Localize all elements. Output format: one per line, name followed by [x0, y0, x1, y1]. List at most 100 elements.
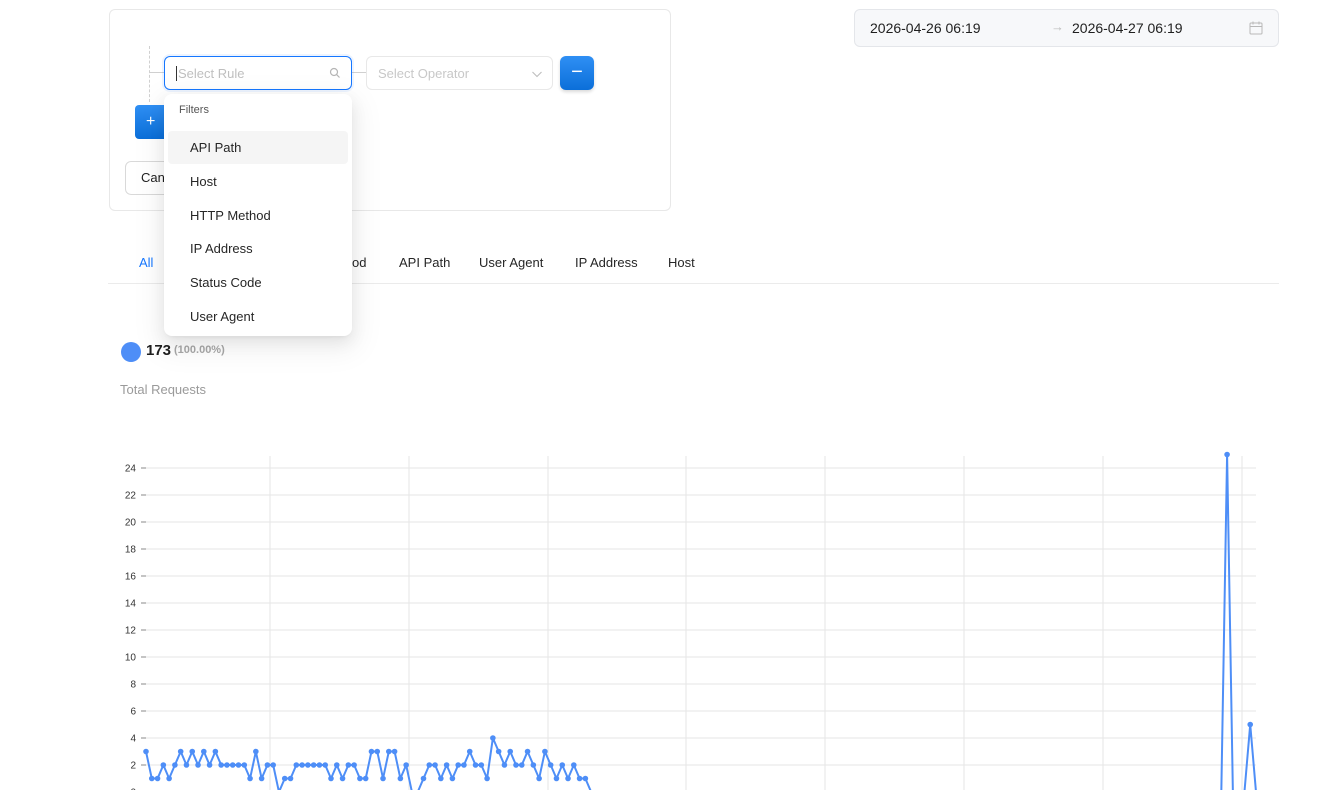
data-point-63: [507, 748, 514, 755]
operator-select-placeholder: Select Operator: [378, 66, 470, 81]
text-caret: [176, 66, 177, 81]
data-point-75: [576, 775, 583, 782]
data-point-72: [559, 762, 566, 768]
data-point-3: [160, 762, 167, 768]
dropdown-option-host[interactable]: Host: [168, 165, 348, 198]
date-end[interactable]: 2026-04-27 06:19: [1072, 20, 1183, 36]
data-point-76: [582, 775, 589, 782]
tab-host[interactable]: Host: [668, 255, 695, 270]
tab-api-path[interactable]: API Path: [399, 255, 450, 270]
data-point-66: [524, 748, 531, 755]
remove-rule-button[interactable]: −: [560, 56, 594, 90]
operator-select[interactable]: Select Operator: [366, 56, 553, 90]
arrow-right-icon: →: [1051, 19, 1064, 34]
rule-dropdown: Filters API Path Host HTTP Method IP Add…: [164, 94, 352, 336]
data-point-42: [386, 748, 392, 755]
y-tick-label-4: 4: [130, 734, 136, 745]
data-point-37: [357, 775, 363, 782]
data-point-53: [449, 775, 456, 782]
data-point-29: [310, 762, 317, 768]
tab-ip-address[interactable]: IP Address: [575, 255, 638, 270]
series-line-0: [145, 453, 1257, 790]
dropdown-group-title: Filters: [179, 104, 209, 116]
data-point-65: [518, 762, 525, 768]
data-point-55: [461, 762, 467, 768]
data-point-13: [218, 762, 224, 768]
data-point-22: [270, 762, 276, 768]
tab-user-agent[interactable]: User Agent: [479, 255, 543, 270]
data-point-33: [333, 762, 340, 768]
total-requests-percent: (100.00%): [174, 344, 225, 356]
data-point-39: [368, 748, 375, 755]
data-point-45: [403, 762, 409, 768]
rule-operator-connector: [352, 72, 366, 73]
date-range-picker[interactable]: 2026-04-26 06:19 → 2026-04-27 06:19: [854, 9, 1279, 47]
page: Select Rule Select Operator − + Can Filt…: [0, 0, 1334, 790]
dropdown-option-status-code[interactable]: Status Code: [168, 266, 348, 299]
data-point-0: [143, 748, 149, 755]
y-tick-label-24: 24: [125, 464, 137, 475]
data-point-35: [345, 762, 352, 768]
data-point-74: [571, 762, 577, 768]
y-tick-label-22: 22: [125, 491, 137, 502]
data-point-44: [397, 775, 404, 782]
data-point-21: [264, 762, 271, 768]
data-point-31: [322, 762, 329, 768]
data-point-67: [530, 762, 537, 768]
data-point-25: [287, 775, 294, 782]
y-tick-label-16: 16: [125, 572, 137, 583]
tree-connector-vertical: [149, 46, 150, 102]
data-point-12: [212, 748, 219, 755]
data-point-41: [380, 775, 386, 782]
dropdown-option-user-agent[interactable]: User Agent: [168, 300, 348, 333]
add-rule-button[interactable]: +: [135, 105, 167, 139]
y-tick-label-8: 8: [130, 680, 136, 691]
data-point-17: [241, 762, 248, 768]
data-point-30: [316, 762, 323, 768]
dropdown-option-http-method[interactable]: HTTP Method: [168, 199, 348, 232]
data-point-68: [536, 775, 542, 782]
data-point-24: [281, 775, 288, 782]
rule-select-placeholder: Select Rule: [178, 66, 245, 81]
dropdown-option-ip-address[interactable]: IP Address: [168, 232, 348, 265]
dropdown-option-api-path[interactable]: API Path: [168, 131, 348, 164]
data-point-57: [472, 762, 479, 768]
date-start[interactable]: 2026-04-26 06:19: [870, 20, 981, 36]
data-point-59: [484, 775, 490, 782]
data-point-20: [258, 775, 265, 782]
y-tick-label-20: 20: [125, 518, 137, 529]
tree-connector-horizontal: [150, 72, 164, 73]
data-point-2: [154, 775, 161, 782]
y-tick-label-14: 14: [125, 599, 137, 610]
data-point-187: [1224, 451, 1230, 458]
data-point-56: [466, 748, 473, 755]
data-point-49: [426, 762, 433, 768]
data-point-4: [166, 775, 172, 782]
total-requests-value: 173: [146, 342, 172, 359]
data-point-70: [547, 762, 554, 768]
data-point-50: [432, 762, 438, 768]
data-point-48: [420, 775, 427, 782]
data-point-73: [565, 775, 571, 782]
tab-http-method[interactable]: od: [352, 255, 366, 270]
y-tick-label-12: 12: [125, 626, 137, 637]
tab-all[interactable]: All: [139, 255, 153, 270]
data-point-32: [328, 775, 334, 782]
data-point-58: [478, 762, 485, 768]
data-point-19: [253, 748, 259, 755]
data-point-9: [195, 762, 201, 768]
data-point-38: [362, 775, 369, 782]
data-point-14: [224, 762, 230, 768]
data-point-36: [351, 762, 357, 768]
series-color-dot: [121, 342, 141, 362]
rule-select[interactable]: Select Rule: [164, 56, 352, 90]
data-point-52: [443, 762, 450, 768]
data-point-54: [455, 762, 461, 768]
data-point-7: [183, 762, 190, 768]
data-point-16: [235, 762, 242, 768]
data-point-61: [495, 748, 502, 755]
y-tick-label-10: 10: [125, 653, 137, 664]
data-point-60: [490, 735, 496, 741]
data-point-40: [374, 748, 381, 755]
data-point-15: [229, 762, 236, 768]
